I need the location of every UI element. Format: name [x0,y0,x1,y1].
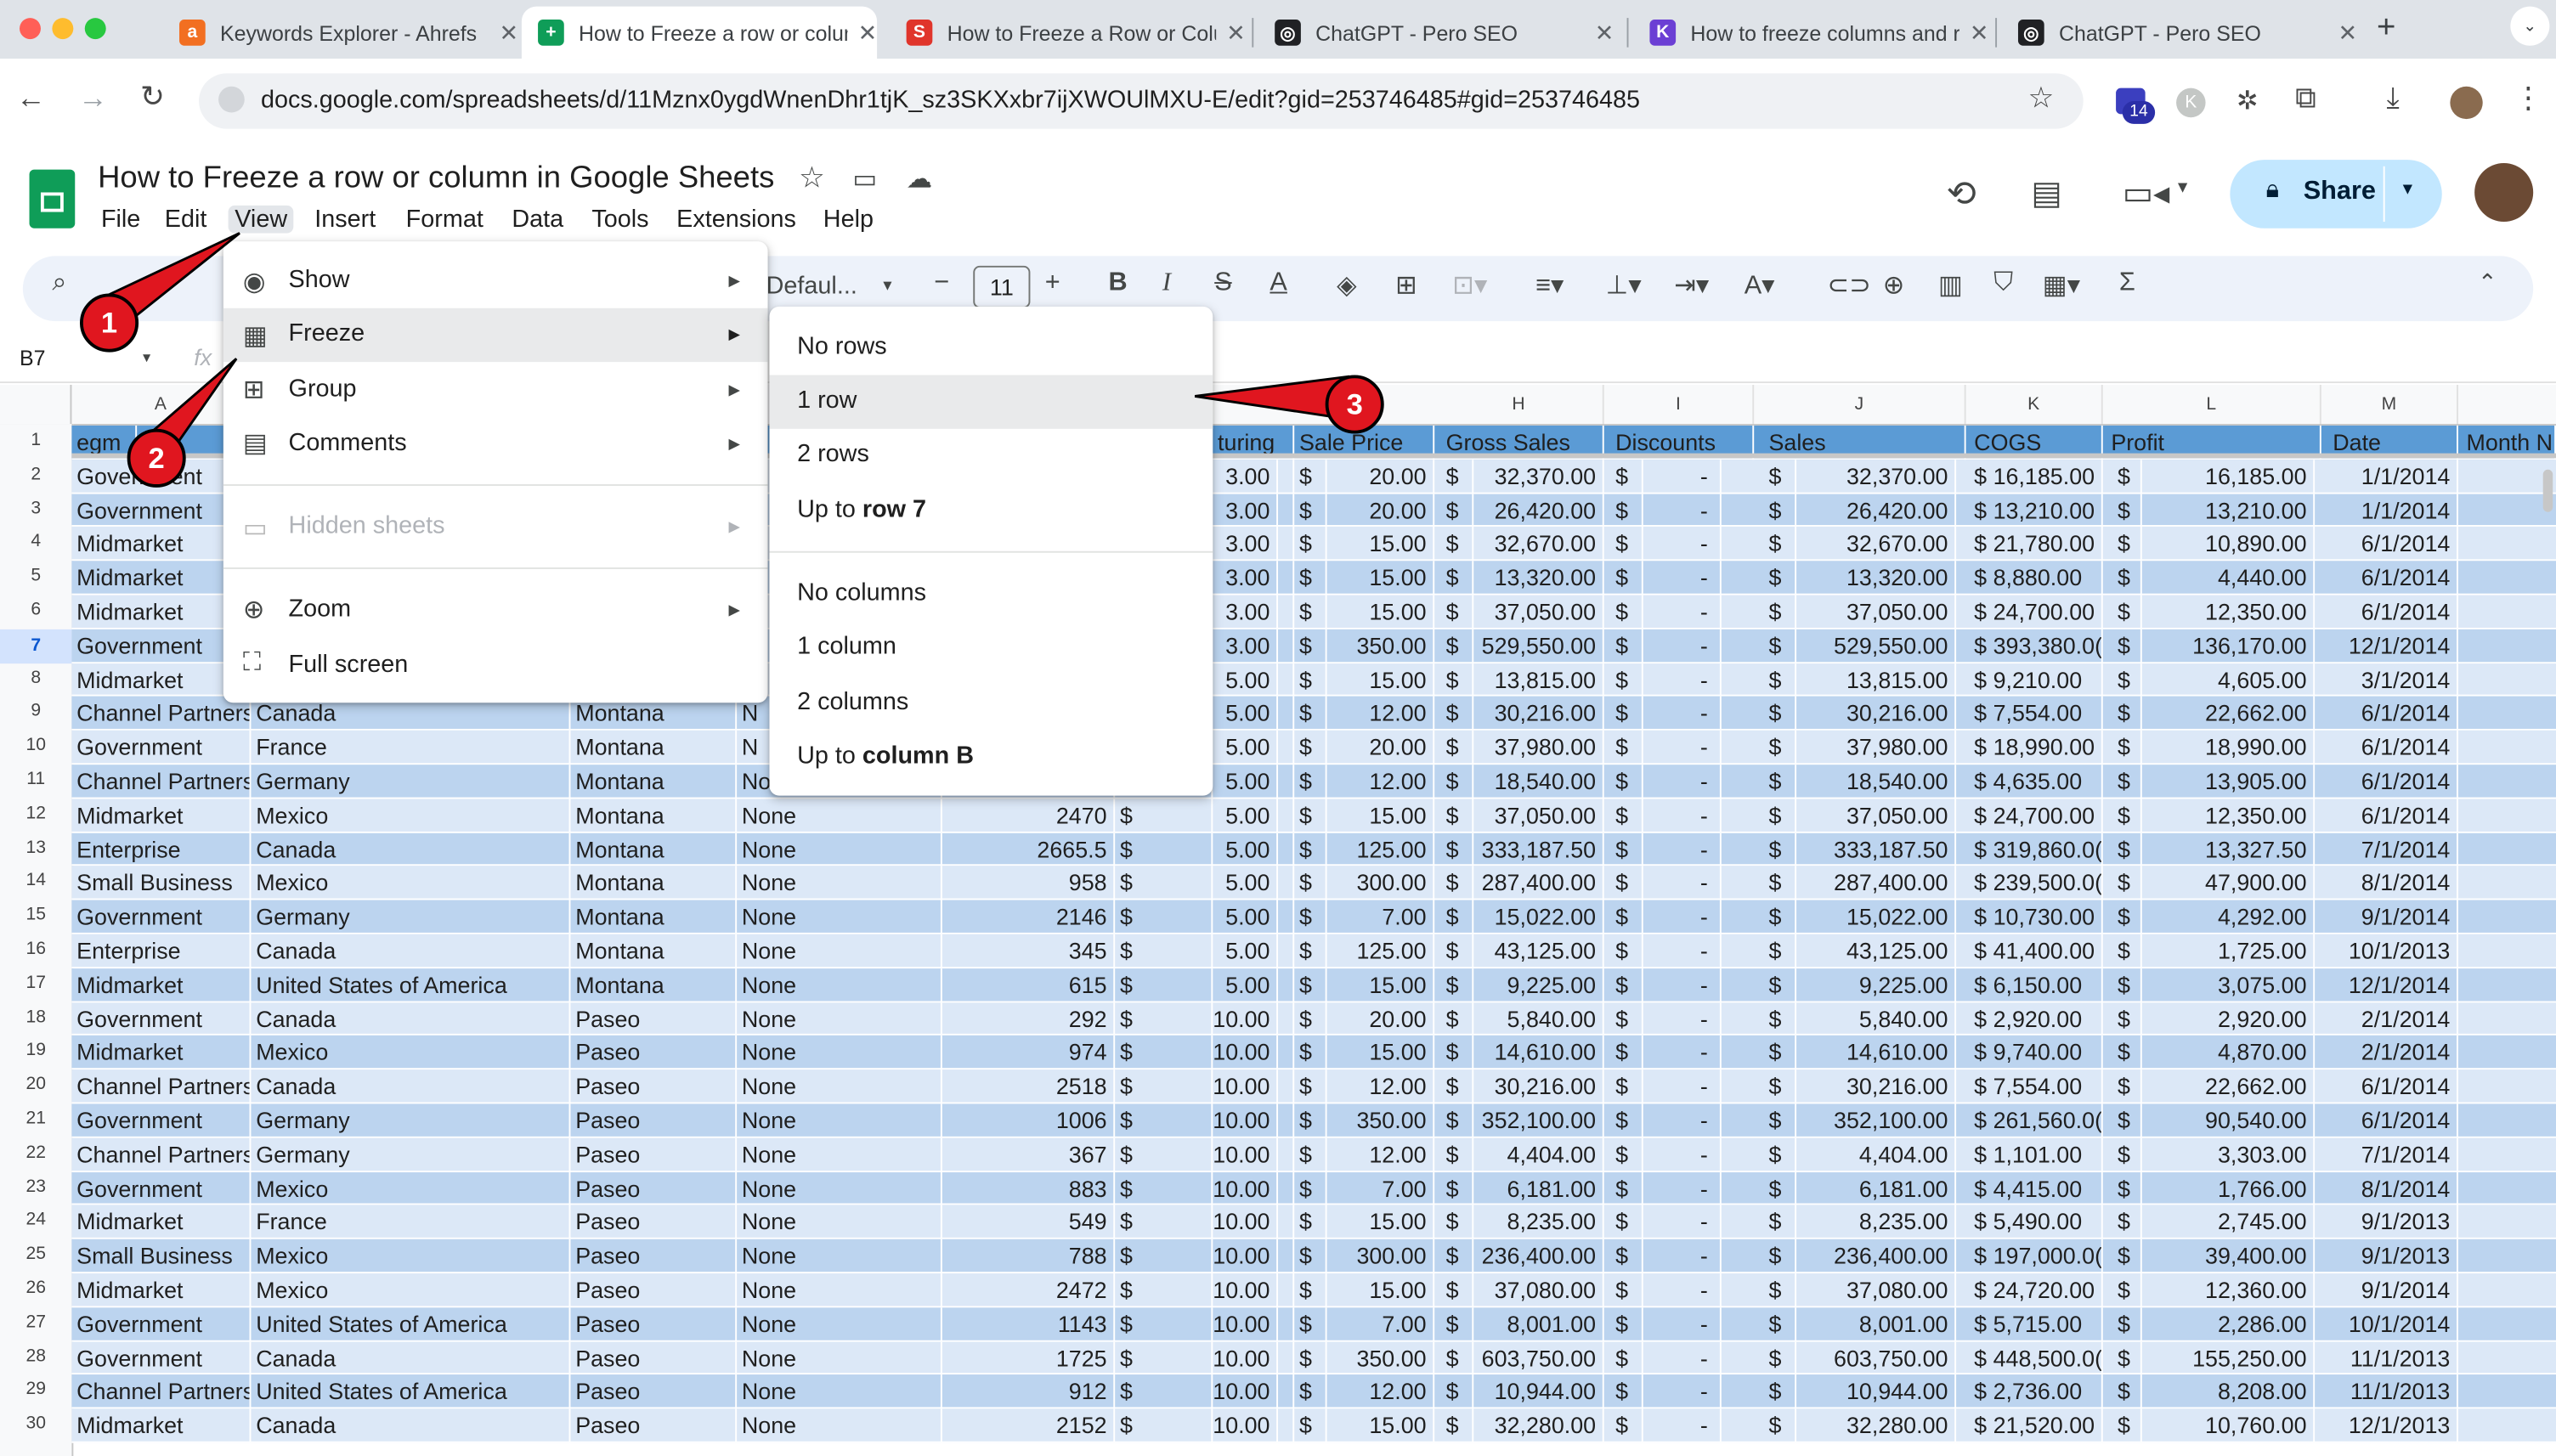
annotation-badge-2: 2 [127,428,186,488]
annotation-badge-3: 3 [1325,375,1384,434]
annotation-arrows [99,232,1349,464]
annotation-badge-1: 1 [80,293,139,353]
screenshot-stage: a Keywords Explorer - Ahrefs ✕ + How to Free… [0,0,2556,1456]
